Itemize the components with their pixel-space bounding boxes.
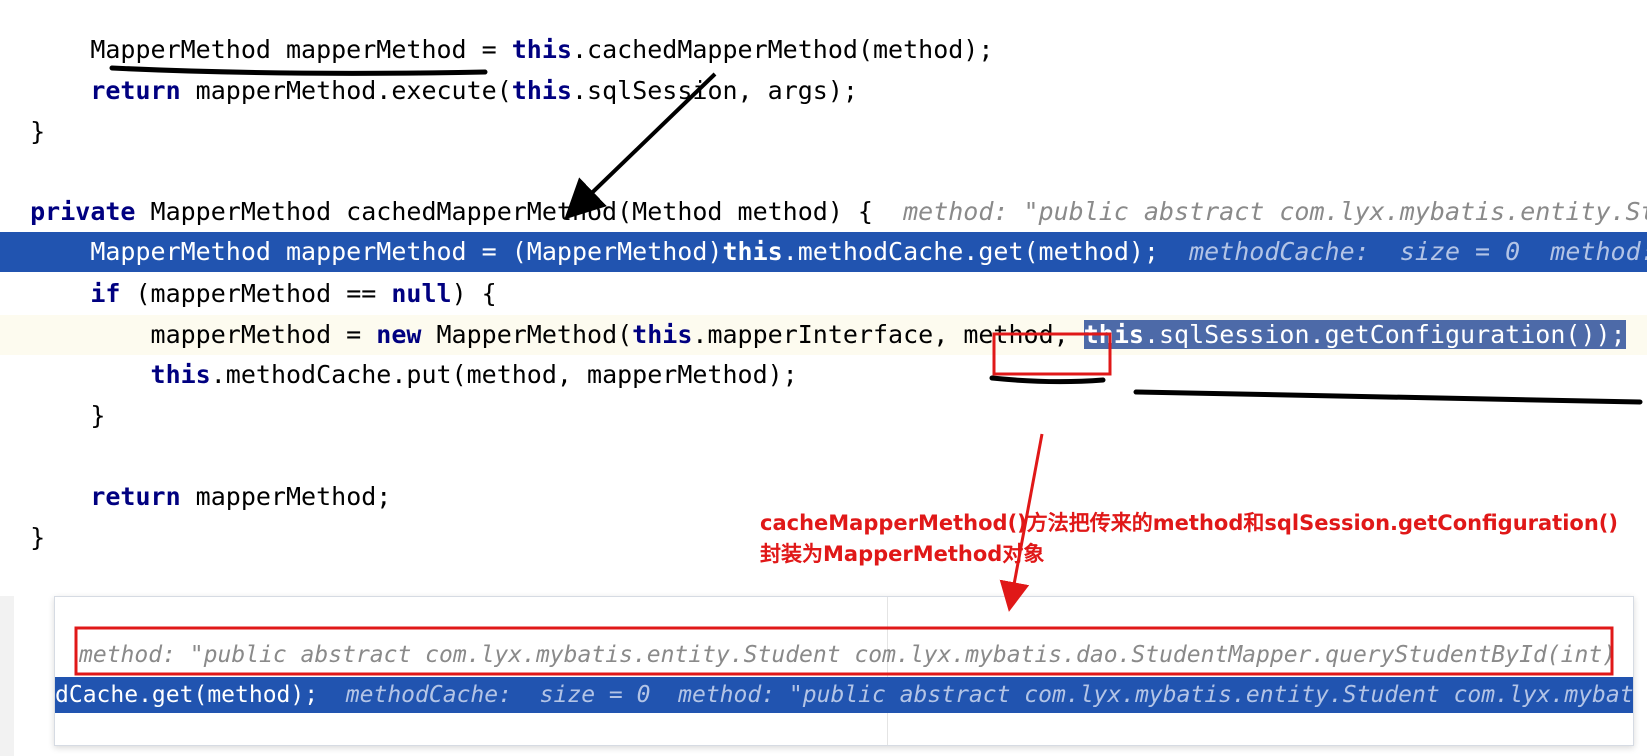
highlight-box-method-hint <box>74 626 1614 676</box>
arrow-to-declaration <box>564 72 717 220</box>
underline-mapper-method <box>109 65 488 76</box>
markup-overlay <box>74 65 1643 676</box>
arrow-to-popup <box>999 433 1044 612</box>
underline-get-configuration <box>1133 389 1643 405</box>
underline-method-param <box>989 375 1106 385</box>
highlight-box-method-param <box>992 332 1112 376</box>
